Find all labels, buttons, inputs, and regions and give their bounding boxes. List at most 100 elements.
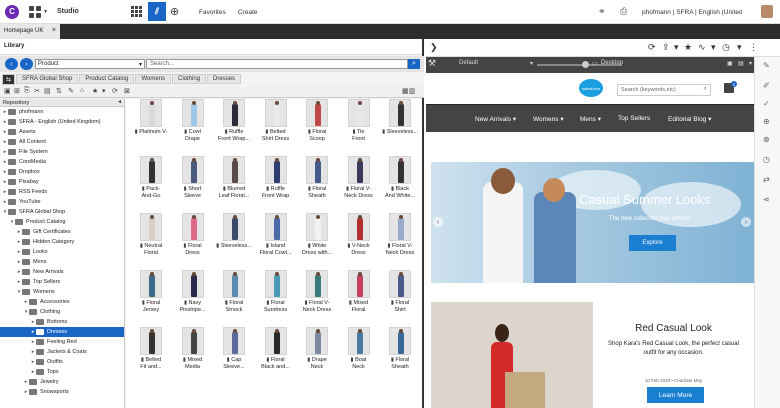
edit-icon[interactable]: ✐ bbox=[763, 81, 770, 90]
refresh-icon[interactable]: ⟳ bbox=[112, 87, 118, 95]
forward-icon[interactable]: › bbox=[20, 58, 33, 70]
create-menu[interactable]: Create bbox=[238, 9, 258, 16]
product-tile[interactable]: ▮ Ruffle Front Wrap bbox=[256, 156, 296, 211]
favorites-menu[interactable]: Favorites bbox=[199, 9, 226, 16]
inbox-icon[interactable]: ⎙ bbox=[620, 6, 627, 17]
product-tile[interactable]: ▮ Pack- And-Go bbox=[131, 156, 171, 211]
chevron-right-icon[interactable]: ❯ bbox=[430, 42, 438, 53]
product-tile[interactable]: ▮ Belted Fit and... bbox=[131, 327, 171, 382]
breadcrumb-item[interactable]: Product Catalog bbox=[79, 74, 135, 84]
tree-item[interactable]: ▸ Jewelry bbox=[0, 377, 124, 387]
tree-item[interactable]: ▸ Looks bbox=[0, 247, 124, 257]
app-switcher-icon[interactable] bbox=[29, 5, 41, 18]
product-tile[interactable]: ▮ Blurred Leaf Floral... bbox=[214, 156, 254, 211]
tree-item[interactable]: ▸ Feeling Red bbox=[0, 337, 124, 347]
tree-item[interactable]: ▸ Tops bbox=[0, 367, 124, 377]
share-icon[interactable]: ⋖ bbox=[763, 195, 770, 204]
nav-editorial-blog[interactable]: Editorial Blog ▾ bbox=[668, 115, 711, 123]
view-mode-icons[interactable]: ▦▥ bbox=[402, 87, 415, 95]
product-tile[interactable]: ▮ Floral Shirt bbox=[380, 270, 420, 325]
chart-icon[interactable]: ∿ bbox=[698, 42, 706, 53]
tree-item[interactable]: ▸ Mens bbox=[0, 257, 124, 267]
tree-item[interactable]: ▸ Bottoms bbox=[0, 317, 124, 327]
tree-item[interactable]: ▸ Snowsports bbox=[0, 387, 124, 397]
breadcrumb-item[interactable]: Clothing bbox=[172, 74, 207, 84]
hero-banner[interactable]: Casual Summer Looks The new collection h… bbox=[431, 162, 754, 283]
product-tile[interactable]: ▮ Floral Black and... bbox=[256, 327, 296, 382]
carousel-next-icon[interactable]: › bbox=[741, 217, 751, 227]
search-icon[interactable]: ⌕ bbox=[704, 86, 707, 93]
tree-item[interactable]: ▸ Pixabay bbox=[0, 177, 124, 187]
product-tile[interactable]: ▮ Floral Scoop bbox=[297, 99, 337, 154]
nav-womens[interactable]: Womens ▾ bbox=[533, 115, 564, 123]
more-icon[interactable]: ⋮ bbox=[749, 42, 758, 53]
library-icon[interactable]: ⫽ bbox=[148, 2, 166, 21]
copy-icon[interactable]: ⎘ bbox=[24, 87, 30, 95]
site-select[interactable]: Default bbox=[459, 60, 478, 66]
share-icon[interactable]: ⇪ bbox=[662, 42, 670, 53]
search-icon[interactable]: ⌕ bbox=[408, 59, 420, 69]
studio-label[interactable]: Studio bbox=[57, 8, 79, 15]
product-tile[interactable]: ▮ Drape Neck bbox=[297, 327, 337, 382]
avatar[interactable] bbox=[761, 5, 773, 18]
product-tile[interactable]: ▮ Navy Pinstripe... bbox=[173, 270, 213, 325]
layout-icon[interactable]: ▣ bbox=[727, 60, 733, 67]
tree-item[interactable]: ▸ phofmann bbox=[0, 107, 124, 117]
product-tile[interactable]: ▮ Platinum V- bbox=[131, 99, 171, 154]
breadcrumb-item[interactable]: SFRA Global Shop bbox=[16, 74, 79, 84]
tree-item[interactable]: ▸ Gift Certificates bbox=[0, 227, 124, 237]
tree-item[interactable]: ▸ Assets bbox=[0, 127, 124, 137]
tree-item[interactable]: ▸ New Arrivals bbox=[0, 267, 124, 277]
product-tile[interactable]: ▮ Mixed Floral bbox=[339, 270, 379, 325]
tree-item[interactable]: ▸ File System bbox=[0, 147, 124, 157]
product-tile[interactable]: ▮ Floral Dress bbox=[173, 213, 213, 268]
explore-button[interactable]: Explore bbox=[629, 235, 676, 251]
product-tile[interactable]: ▮ Island Floral Cowl... bbox=[256, 213, 296, 268]
search-type-select[interactable]: Product ▾ bbox=[35, 59, 145, 69]
user-context[interactable]: phofmann | SFRA | English (United Ki... bbox=[642, 9, 742, 16]
app-logo[interactable]: C bbox=[5, 4, 19, 19]
move-icon[interactable]: ⇅ bbox=[56, 87, 62, 95]
product-tile[interactable]: ▮ Black And White... bbox=[380, 156, 420, 211]
chevron-down-icon[interactable]: ▾ bbox=[530, 60, 533, 67]
clock-icon[interactable]: ◷ bbox=[722, 42, 730, 53]
chevron-down-icon[interactable]: ▾ bbox=[737, 42, 742, 53]
tree-item[interactable]: ▾ Womens bbox=[0, 287, 124, 297]
back-icon[interactable]: ‹ bbox=[5, 58, 18, 70]
tree-item[interactable]: ▾ SFRA Global Shop bbox=[0, 207, 124, 217]
product-tile[interactable]: ▮ Cowl Drape bbox=[173, 99, 213, 154]
check-icon[interactable]: ✓ bbox=[763, 99, 770, 108]
tree-toggle-icon[interactable]: ⇆ bbox=[2, 73, 16, 85]
zoom-slider-handle[interactable] bbox=[582, 61, 589, 68]
nav-new-arrivals[interactable]: New Arrivals ▾ bbox=[475, 115, 516, 123]
tree-item[interactable]: ▾ Product Catalog bbox=[0, 217, 124, 227]
breadcrumb-item[interactable]: Dresses bbox=[207, 74, 242, 84]
tree-item[interactable]: ▸ Outfits bbox=[0, 357, 124, 367]
add-icon[interactable]: ⊞ bbox=[14, 87, 20, 95]
salesforce-logo[interactable]: salesforce bbox=[579, 79, 603, 97]
new-folder-icon[interactable]: ▣ bbox=[4, 87, 11, 95]
tree-item[interactable]: ▸ All Content bbox=[0, 137, 124, 147]
tag-icon[interactable]: ⌂ bbox=[80, 87, 84, 94]
tree-item[interactable]: ▸ YouTube bbox=[0, 197, 124, 207]
nav-mens[interactable]: Mens ▾ bbox=[580, 115, 601, 123]
product-tile[interactable]: ▮ Floral V- Neck Dress bbox=[297, 270, 337, 325]
nav-top-sellers[interactable]: Top Sellers bbox=[618, 115, 650, 122]
chevron-down-icon[interactable]: ▾ bbox=[749, 60, 752, 67]
tree-item[interactable]: ▸ Jackets & Coats bbox=[0, 347, 124, 357]
translate-icon[interactable]: ⇄ bbox=[763, 175, 770, 184]
globe-alt-icon[interactable]: ⊗ bbox=[763, 135, 770, 144]
paste-icon[interactable]: ▤ bbox=[44, 87, 51, 95]
crosshair-icon[interactable]: ⊕ bbox=[170, 5, 179, 18]
product-tile[interactable]: ▮ Floral V- Neck Dress bbox=[339, 156, 379, 211]
site-search-input[interactable]: Search (keywords,etc) ⌕ bbox=[617, 84, 711, 96]
collapse-icon[interactable]: ◂ bbox=[118, 99, 121, 105]
tools-icon[interactable]: ⚒ bbox=[428, 58, 436, 69]
cut-icon[interactable]: ✂ bbox=[34, 87, 40, 95]
star-icon[interactable]: ★ bbox=[684, 42, 692, 53]
product-tile[interactable]: ▮ Boat Neck bbox=[339, 327, 379, 382]
product-tile[interactable]: ▮ Floral Sheath bbox=[380, 327, 420, 382]
search-input[interactable]: Search... bbox=[146, 59, 408, 69]
learn-more-button[interactable]: Learn More bbox=[647, 387, 704, 403]
product-tile[interactable]: ▮ Floral Smock bbox=[214, 270, 254, 325]
